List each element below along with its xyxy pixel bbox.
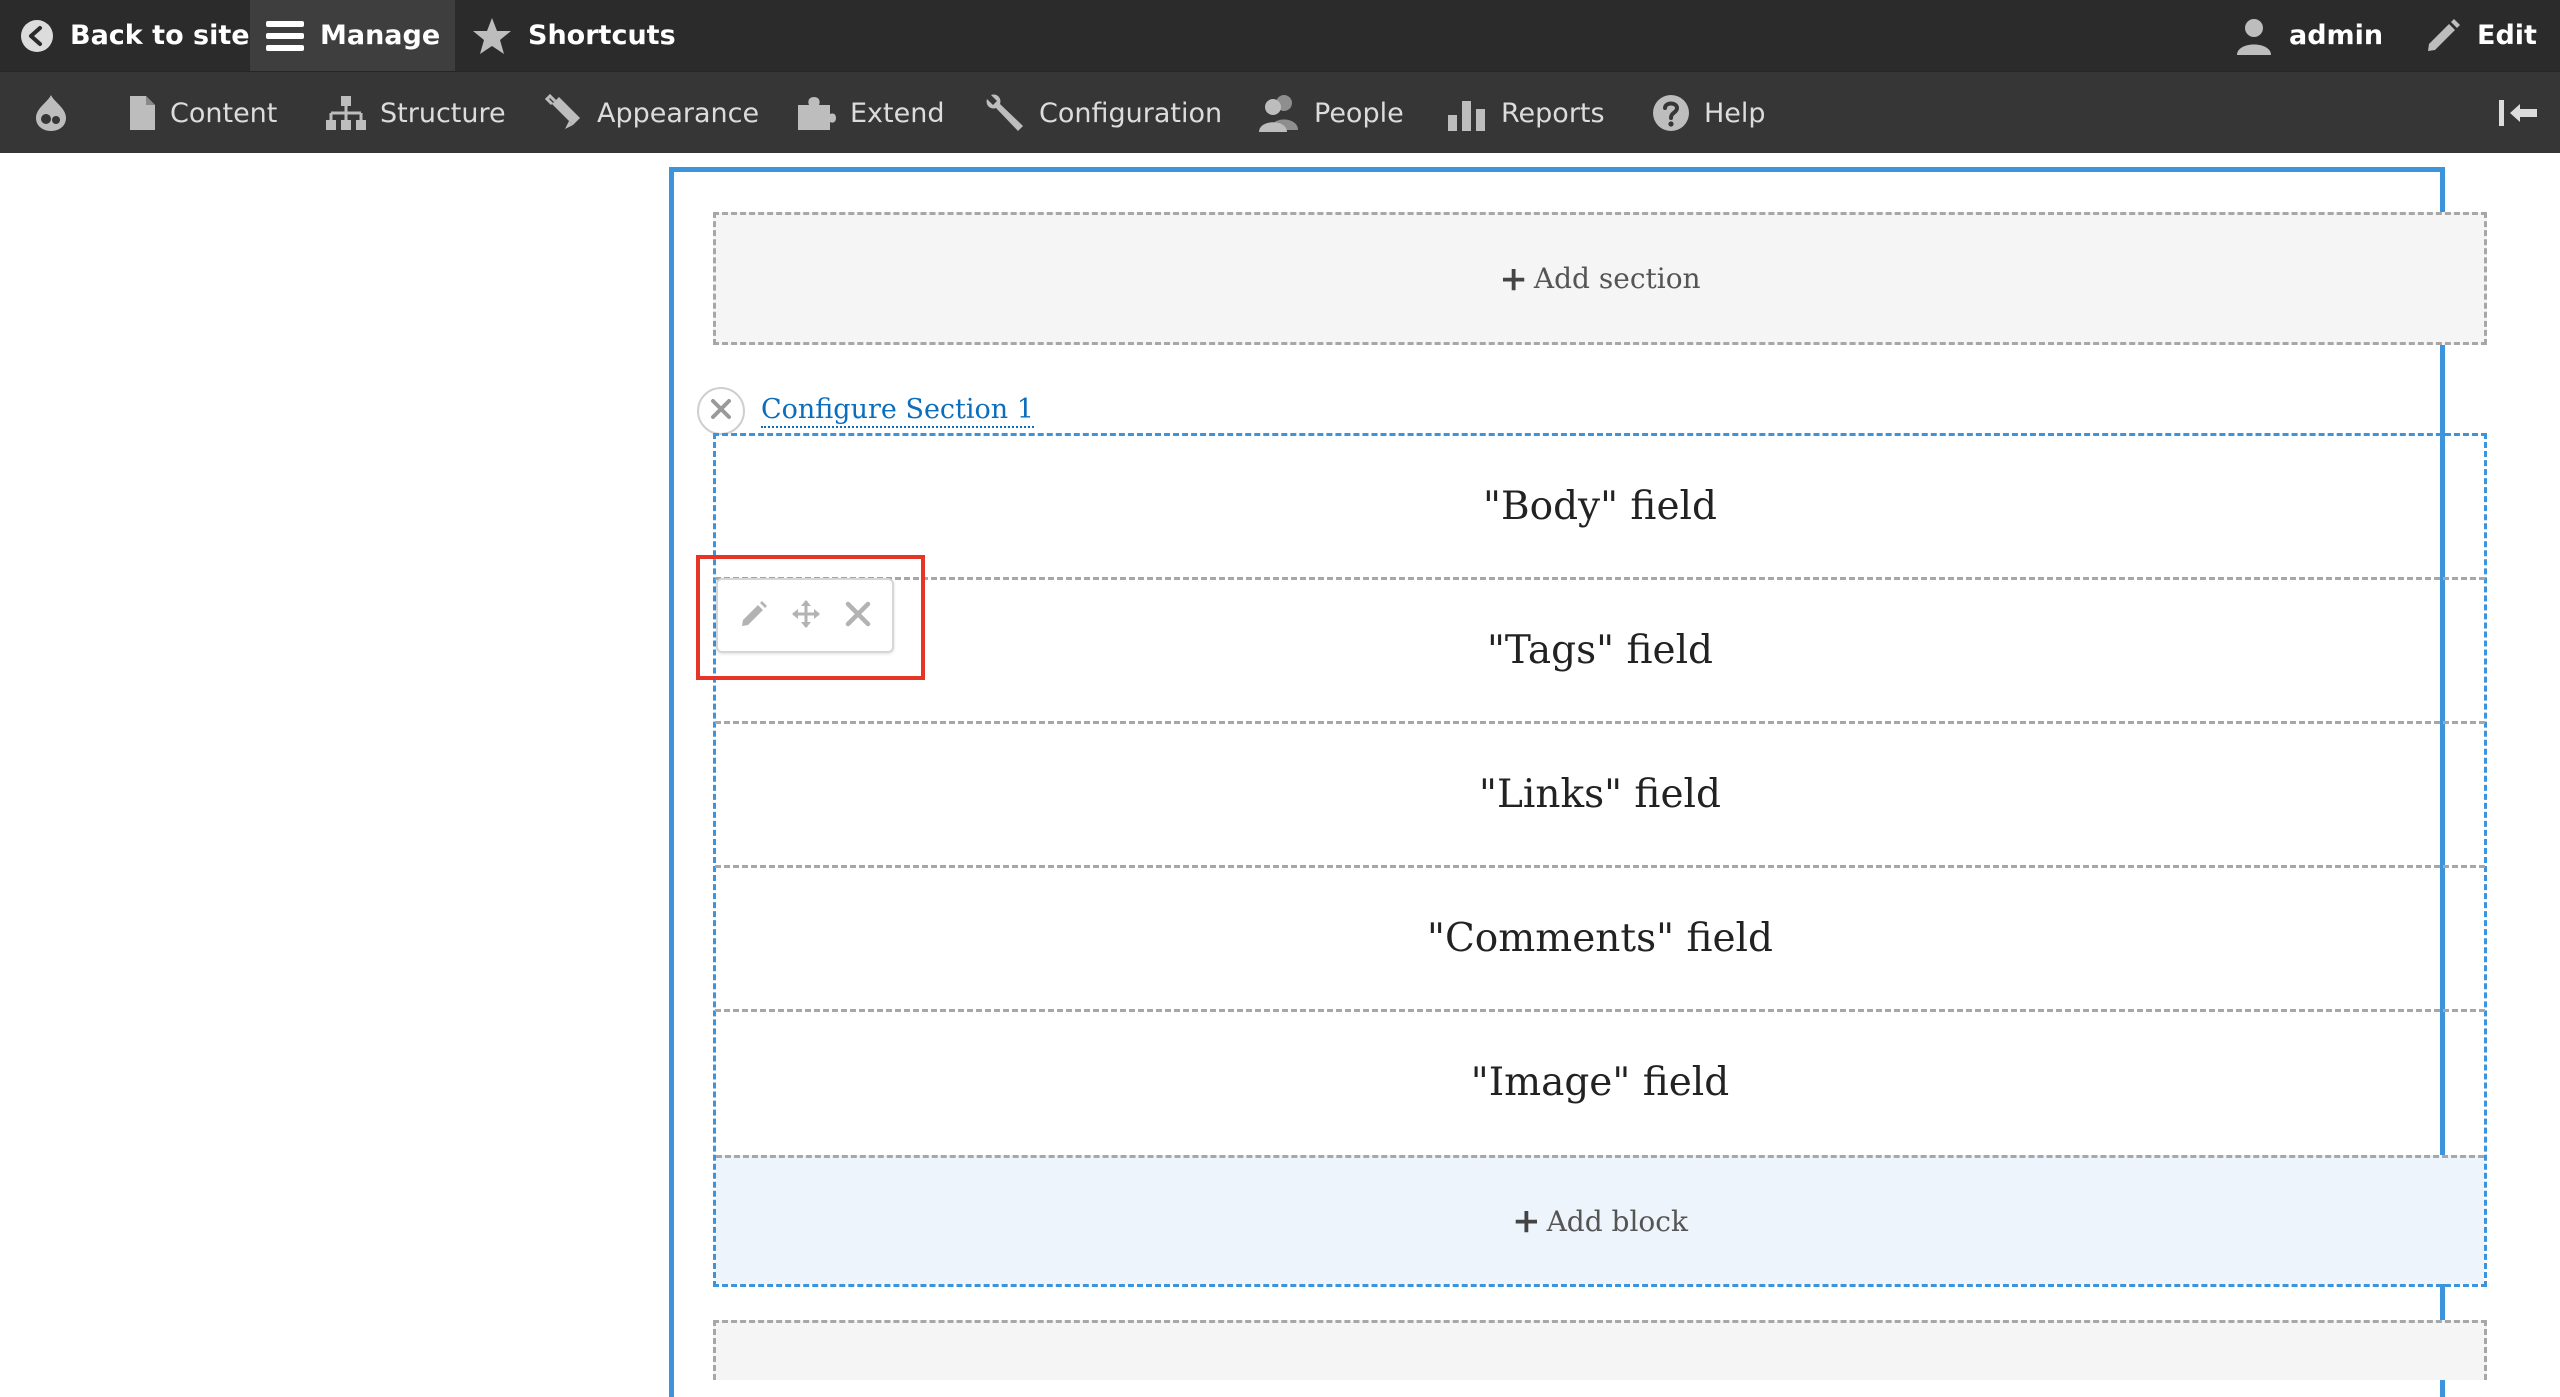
tray-item-extend[interactable]: Extend	[796, 72, 945, 154]
manage-label: Manage	[320, 20, 441, 51]
plus-icon: +	[1512, 1201, 1541, 1241]
block-label: "Links" field	[1479, 772, 1721, 817]
back-to-site-label: Back to site	[70, 20, 250, 51]
star-icon	[472, 17, 512, 55]
back-to-site-link[interactable]: Back to site	[20, 0, 250, 71]
file-icon	[128, 95, 156, 131]
tray-item-appearance[interactable]: Appearance	[545, 72, 759, 154]
drupal-home-link[interactable]	[34, 72, 68, 154]
plus-icon: +	[1499, 258, 1528, 299]
remove-section-button[interactable]	[697, 387, 745, 435]
tray-item-reports[interactable]: Reports	[1447, 72, 1605, 154]
tray-item-configuration[interactable]: Configuration	[985, 72, 1222, 154]
add-section-button[interactable]: + Add section	[713, 212, 2487, 345]
block-image-field[interactable]: "Image" field	[715, 1009, 2485, 1153]
paintbrush-icon	[545, 94, 583, 132]
user-tab[interactable]: admin	[2235, 0, 2383, 71]
block-label: "Comments" field	[1427, 916, 1773, 961]
user-label: admin	[2289, 20, 2384, 51]
manage-tab[interactable]: Manage	[250, 0, 455, 71]
block-label: "Image" field	[1470, 1060, 1730, 1105]
block-comments-field[interactable]: "Comments" field	[715, 865, 2485, 1009]
tray-item-label: Extend	[850, 97, 945, 129]
add-section-label: Add section	[1533, 262, 1701, 295]
puzzle-icon	[796, 95, 836, 131]
configure-section-link[interactable]: Configure Section 1	[761, 394, 1034, 428]
close-icon	[710, 398, 732, 424]
user-icon	[2235, 17, 2273, 55]
drupal-drop-icon	[34, 94, 68, 132]
tray-item-label: Content	[170, 97, 278, 129]
block-label: "Body" field	[1483, 484, 1717, 529]
bar-chart-icon	[1447, 95, 1487, 131]
block-label: "Tags" field	[1486, 628, 1714, 673]
tray-item-label: Structure	[380, 97, 506, 129]
shortcuts-label: Shortcuts	[528, 20, 676, 51]
section-config-row: Configure Section 1	[697, 383, 1034, 439]
tray-item-label: Appearance	[597, 97, 760, 129]
shortcuts-tab[interactable]: Shortcuts	[472, 0, 676, 71]
back-arrow-icon	[20, 19, 54, 53]
tray-item-label: Reports	[1501, 97, 1605, 129]
block-body-field[interactable]: "Body" field	[715, 436, 2485, 577]
tray-orientation-toggle[interactable]	[2498, 72, 2538, 154]
tray-item-label: People	[1314, 97, 1404, 129]
block-links-field[interactable]: "Links" field	[715, 721, 2485, 865]
tray-item-label: Configuration	[1039, 97, 1223, 129]
edit-label: Edit	[2477, 20, 2537, 51]
tray-item-people[interactable]: People	[1258, 72, 1404, 154]
pencil-icon	[2425, 18, 2461, 54]
add-block-label: Add block	[1546, 1204, 1688, 1238]
collapse-left-icon	[2498, 98, 2538, 128]
edit-tab[interactable]: Edit	[2425, 0, 2537, 71]
sitemap-icon	[326, 95, 366, 131]
tray-item-label: Help	[1704, 97, 1766, 129]
add-block-button[interactable]: + Add block	[716, 1155, 2484, 1284]
tray-item-help[interactable]: Help	[1652, 72, 1766, 154]
hamburger-icon	[266, 19, 304, 53]
help-icon	[1652, 94, 1690, 132]
highlight-box	[696, 555, 925, 680]
block-tags-field[interactable]: "Tags" field	[715, 577, 2485, 721]
tray-item-structure[interactable]: Structure	[326, 72, 506, 154]
next-add-section-button[interactable]	[713, 1320, 2487, 1380]
wrench-icon	[985, 93, 1025, 133]
people-icon	[1258, 94, 1300, 132]
admin-toolbar: Back to site Manage Shortcuts admin Edit	[0, 0, 2560, 71]
tray-item-content[interactable]: Content	[128, 72, 277, 154]
admin-menu-tray: Content Structure Appearance Extend Conf…	[0, 71, 2560, 153]
